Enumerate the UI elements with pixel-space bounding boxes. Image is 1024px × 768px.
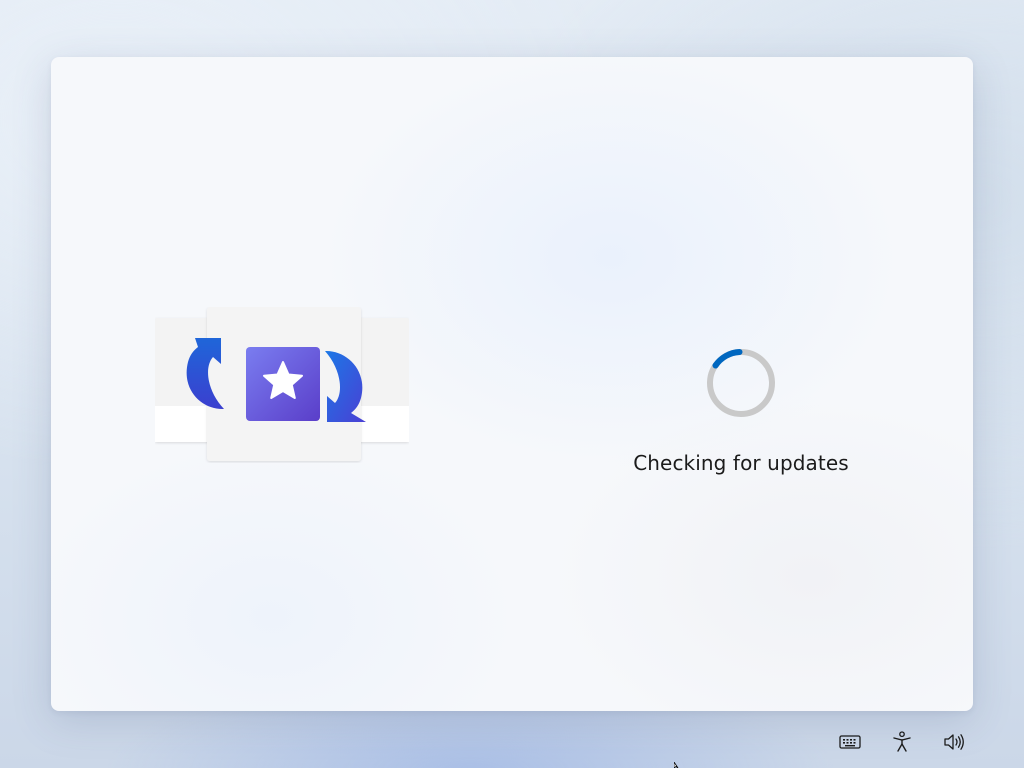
- accessibility-icon: [893, 731, 911, 752]
- keyboard-button[interactable]: [836, 728, 864, 756]
- keyboard-icon: [839, 735, 861, 749]
- oobe-tray: [836, 728, 968, 756]
- loading-spinner-icon: [707, 349, 775, 417]
- update-status: Checking for updates: [603, 347, 879, 475]
- volume-button[interactable]: [940, 728, 968, 756]
- update-illustration: [155, 307, 409, 463]
- accessibility-button[interactable]: [888, 728, 916, 756]
- oobe-window: Checking for updates: [51, 57, 973, 711]
- mouse-cursor-icon: [674, 762, 679, 768]
- windows-update-store-icon: [155, 307, 409, 461]
- volume-icon: [944, 734, 964, 750]
- status-message: Checking for updates: [633, 451, 849, 475]
